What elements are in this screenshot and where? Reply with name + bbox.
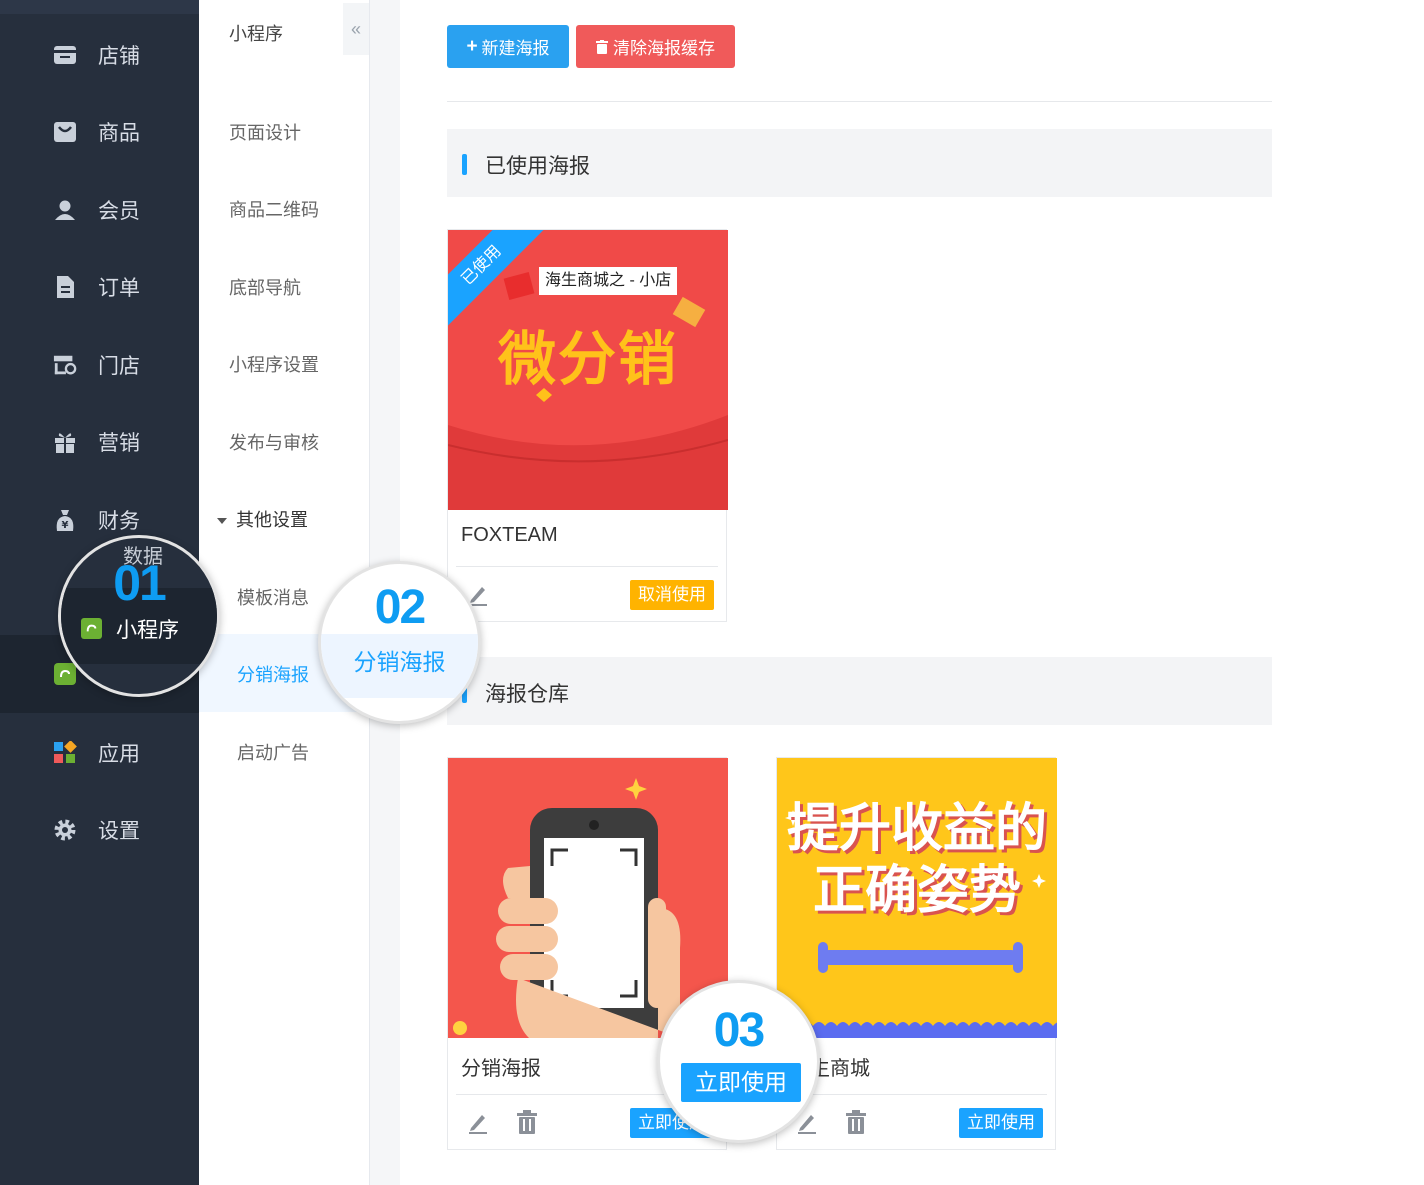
miniprogram-icon [81, 618, 102, 639]
poster-thumbnail[interactable]: 已使用 海生商城之 - 小店 微分销 [448, 230, 728, 510]
sidebar-item-order[interactable]: 订单 [0, 248, 199, 326]
finance-icon: ¥ [53, 508, 77, 532]
sidebar-item-label: 商品 [98, 122, 140, 145]
sidebar-item-label: 财务 [98, 510, 140, 533]
order-icon [53, 275, 77, 299]
sidebar-item-label: 订单 [98, 277, 140, 300]
new-poster-label: 新建海报 [481, 39, 550, 58]
sidebar-item-store[interactable]: 店铺 [0, 16, 199, 94]
svg-text:¥: ¥ [62, 520, 69, 531]
sidebar-item-member[interactable]: 会员 [0, 171, 199, 249]
plus-icon: + [466, 35, 478, 57]
callout-label: 小程序 [116, 619, 179, 642]
subnav-title: 小程序 [229, 24, 283, 44]
subnav-item-bottom-nav[interactable]: 底部导航 [229, 274, 301, 300]
sidebar-item-label: 设置 [98, 820, 140, 843]
callout-step-2: 02 分销海报 [318, 561, 481, 724]
callout-label: 立即使用 [681, 1063, 801, 1102]
section-title: 海报仓库 [485, 683, 569, 706]
subnav-item-miniprogram-settings[interactable]: 小程序设置 [229, 351, 319, 377]
poster-name: FOXTEAM [461, 524, 558, 546]
poster-thumbnail[interactable] [448, 758, 728, 1038]
sidebar-item-label: 会员 [98, 200, 140, 223]
store-icon [53, 43, 77, 67]
shop-icon [53, 353, 77, 377]
subnav-item-template-message[interactable]: 模板消息 [237, 584, 309, 610]
edit-icon[interactable] [467, 1110, 489, 1134]
section-used-posters: 已使用海报 [447, 129, 1272, 197]
clear-poster-cache-label: 清除海报缓存 [613, 39, 715, 58]
sidebar-item-apps[interactable]: 应用 [0, 714, 199, 792]
subnav-item-distribution-poster[interactable]: 分销海报 [237, 661, 309, 687]
gift-icon [53, 430, 77, 454]
toolbar-divider [447, 101, 1272, 102]
sidebar-item-goods[interactable]: 商品 [0, 93, 199, 171]
used-poster-card: 已使用 海生商城之 - 小店 微分销 FOXTEAM 取消使用 [447, 229, 728, 622]
poster-headline: 提升收益的 正确姿势 [786, 800, 1047, 920]
callout-label: 分销海报 [353, 649, 446, 675]
caret-down-icon [217, 518, 227, 525]
subnav-group-other-settings[interactable]: 其他设置 [217, 506, 308, 532]
callout-number: 01 [113, 555, 167, 611]
apps-icon [53, 741, 77, 765]
trash-icon[interactable] [516, 1110, 538, 1134]
trash-icon [596, 39, 608, 54]
cancel-use-button[interactable]: 取消使用 [630, 580, 714, 610]
section-poster-warehouse: 海报仓库 [447, 657, 1272, 725]
poster-thumbnail[interactable]: 提升收益的 正确姿势 [777, 758, 1057, 1038]
callout-number: 02 [374, 581, 426, 634]
subnav-item-goods-qrcode[interactable]: 商品二维码 [229, 196, 319, 222]
member-icon [53, 198, 77, 222]
subnav-item-publish-review[interactable]: 发布与审核 [229, 429, 319, 455]
collapse-sidebar-button[interactable]: « [343, 3, 369, 55]
sidebar-top-strip [0, 0, 199, 14]
miniprogram-icon [53, 662, 77, 686]
goods-icon [53, 120, 77, 144]
sidebar-item-label: 店铺 [98, 45, 140, 68]
sidebar-item-label: 营销 [98, 432, 140, 455]
section-title: 已使用海报 [485, 155, 590, 178]
card-divider [785, 1094, 1047, 1095]
clear-poster-cache-button[interactable]: 清除海报缓存 [576, 25, 735, 68]
sidebar-item-label: 应用 [98, 743, 140, 766]
new-poster-button[interactable]: + 新建海报 [447, 25, 569, 68]
callout-number: 03 [713, 1004, 765, 1057]
section-accent-bar [462, 154, 467, 175]
poster-name: 分销海报 [461, 1058, 541, 1080]
sidebar-item-settings[interactable]: 设置 [0, 791, 199, 869]
trash-icon[interactable] [845, 1110, 867, 1134]
callout-step-1: 数据 01 小程序 [58, 535, 220, 697]
sidebar-item-marketing[interactable]: 营销 [0, 403, 199, 481]
callout-step-3: 03 立即使用 [657, 980, 820, 1143]
sidebar-item-shop[interactable]: 门店 [0, 326, 199, 404]
use-now-button[interactable]: 立即使用 [959, 1108, 1043, 1138]
subnav-group-label: 其他设置 [236, 510, 308, 530]
subnav-item-launch-ad[interactable]: 启动广告 [237, 739, 309, 765]
card-divider [456, 566, 718, 567]
warehouse-poster-card: 提升收益的 正确姿势 海生商城 立即使用 [776, 757, 1057, 1150]
sidebar-item-label: 门店 [98, 355, 140, 378]
subnav-item-page-design[interactable]: 页面设计 [229, 119, 301, 145]
gear-icon [53, 818, 77, 842]
shop-name-tag: 海生商城之 - 小店 [539, 267, 678, 295]
poster-headline: 微分销 [497, 327, 678, 392]
